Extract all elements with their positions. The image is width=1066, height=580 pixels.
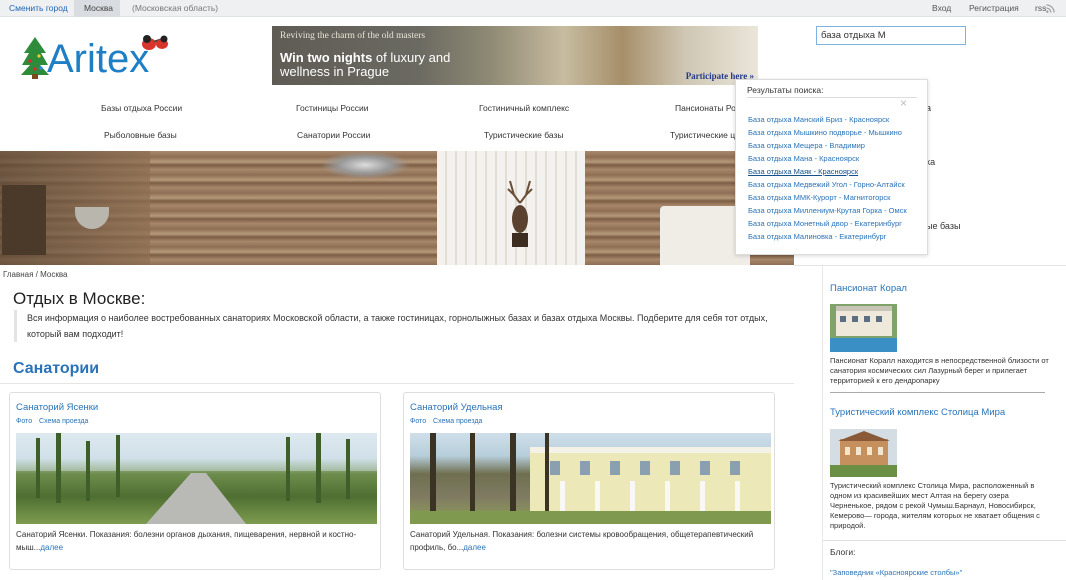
hero-image bbox=[0, 151, 794, 265]
sanatorium-card: Санаторий Удельная Фото Схема проезда Са… bbox=[403, 392, 775, 570]
close-icon[interactable]: × bbox=[900, 97, 907, 109]
popup-title: Результаты поиска: bbox=[747, 85, 824, 95]
current-city-tab[interactable]: Москва bbox=[74, 0, 120, 17]
park-path-image bbox=[16, 433, 377, 524]
page-title: Отдых в Москве: bbox=[13, 289, 146, 308]
card-links: Фото Схема проезда bbox=[16, 418, 93, 425]
site-logo[interactable]: Aritex bbox=[20, 33, 180, 83]
card-more-link[interactable]: далее bbox=[463, 543, 486, 552]
nav-item-hotels[interactable]: Гостиницы России bbox=[296, 103, 368, 113]
search-result-item[interactable]: База отдыха Миллениум-Крутая Горка - Омс… bbox=[748, 204, 907, 217]
sidebar-separator bbox=[830, 392, 1045, 393]
logo-text: Aritex bbox=[47, 37, 150, 81]
card-photo-link[interactable]: Фото bbox=[16, 418, 32, 425]
blogs-label: Блоги: bbox=[830, 547, 856, 557]
login-link[interactable]: Вход bbox=[932, 3, 951, 13]
card-links: Фото Схема проезда bbox=[410, 418, 487, 425]
card-description-text: Санаторий Удельная. Показания: болезни с… bbox=[410, 530, 754, 552]
nav-item-bases[interactable]: Базы отдыха России bbox=[101, 103, 182, 113]
sidebar-item-desc: Туристический комплекс Столица Мира, рас… bbox=[830, 481, 1040, 530]
card-more-link[interactable]: далее bbox=[40, 543, 63, 552]
card-description: Санаторий Ясенки. Показания: болезни орг… bbox=[16, 528, 361, 554]
sidebar-item-title[interactable]: Пансионат Корал bbox=[830, 283, 907, 294]
search-result-item[interactable]: База отдыха Малиновка - Екатеринбург bbox=[748, 230, 907, 243]
card-title-link[interactable]: Санаторий Удельная bbox=[410, 402, 503, 413]
search-results-popup: Результаты поиска: × База отдыха Манский… bbox=[735, 79, 928, 255]
tourist-complex-image bbox=[830, 429, 897, 477]
bullfinch-icon bbox=[142, 35, 168, 50]
search-result-item[interactable]: База отдыха Мышкино подворье - Мышкино bbox=[748, 126, 907, 139]
nav-item-sanatoriums[interactable]: Санатории России bbox=[297, 130, 370, 140]
pension-image bbox=[830, 304, 897, 352]
top-bar: Сменить город Москва (Московская область… bbox=[0, 0, 1066, 17]
sidebar: Пансионат Корал Пансионат Коралл находит… bbox=[822, 266, 1066, 580]
register-link[interactable]: Регистрация bbox=[969, 3, 1019, 13]
blog-link[interactable]: "Заповедник «Красноярские столбы»" bbox=[830, 568, 962, 577]
card-description-text: Санаторий Ясенки. Показания: болезни орг… bbox=[16, 530, 357, 552]
banner-headline-bold: Win two nights bbox=[280, 50, 373, 65]
search-result-item[interactable]: База отдыха Мещера - Владимир bbox=[748, 139, 907, 152]
card-photo[interactable] bbox=[16, 433, 377, 524]
promo-banner[interactable]: Reviving the charm of the old masters Wi… bbox=[272, 26, 758, 85]
hero-chandelier bbox=[320, 151, 410, 179]
sidebar-blogs-divider bbox=[823, 540, 1066, 541]
card-title-link[interactable]: Санаторий Ясенки bbox=[16, 402, 98, 413]
breadcrumb[interactable]: Главная / Москва bbox=[3, 270, 67, 279]
section-title-sanatoriums[interactable]: Санатории bbox=[13, 360, 99, 378]
nav-item-fishing[interactable]: Рыболовные базы bbox=[104, 130, 177, 140]
search-result-item[interactable]: База отдыха Монетный двор - Екатеринбург bbox=[748, 217, 907, 230]
search-result-item[interactable]: База отдыха Медвежий Угол - Горно-Алтайс… bbox=[748, 178, 907, 191]
card-description: Санаторий Удельная. Показания: болезни с… bbox=[410, 528, 755, 554]
sidebar-item-thumb[interactable] bbox=[830, 304, 897, 352]
banner-tagline: Reviving the charm of the old masters bbox=[280, 31, 426, 41]
card-map-link[interactable]: Схема проезда bbox=[39, 418, 88, 425]
change-city-link[interactable]: Сменить город bbox=[9, 3, 68, 13]
banner-headline: Win two nights of luxury and wellness in… bbox=[280, 51, 470, 79]
intro-text: Вся информация о наиболее востребованных… bbox=[14, 310, 792, 342]
search-result-item[interactable]: База отдыха ММК-Курорт - Магнитогорск bbox=[748, 191, 907, 204]
sidebar-item-thumb[interactable] bbox=[830, 429, 897, 477]
nav-peek-3: ые базы bbox=[926, 221, 961, 231]
christmas-tree-icon bbox=[21, 37, 49, 79]
nav-item-tourist-centers[interactable]: Туристические цен bbox=[670, 130, 744, 140]
resort-building-image bbox=[410, 433, 771, 524]
region-label: (Московская область) bbox=[132, 3, 219, 13]
search-input[interactable] bbox=[816, 26, 966, 45]
card-photo-link[interactable]: Фото bbox=[410, 418, 426, 425]
deer-trophy-icon bbox=[507, 180, 533, 247]
section-divider bbox=[0, 383, 794, 384]
sanatorium-card: Санаторий Ясенки Фото Схема проезда Сана… bbox=[9, 392, 381, 570]
rss-link[interactable]: rss bbox=[1035, 3, 1046, 13]
sidebar-item-desc: Пансионат Коралл находится в непосредств… bbox=[830, 356, 1049, 385]
search-result-item[interactable]: База отдыха Манский Бриз - Красноярск bbox=[748, 113, 907, 126]
search-result-item[interactable]: База отдыха Мана - Красноярск bbox=[748, 152, 907, 165]
search-result-item-hovered[interactable]: База отдыха Маяк - Красноярск bbox=[748, 165, 907, 178]
nav-item-hotel-complex[interactable]: Гостиничный комплекс bbox=[479, 103, 569, 113]
card-photo[interactable] bbox=[410, 433, 771, 524]
hero-shelf bbox=[2, 185, 46, 255]
rss-icon[interactable] bbox=[1046, 4, 1055, 13]
sidebar-item-title[interactable]: Туристический комплекс Столица Мира bbox=[830, 407, 1005, 418]
card-map-link[interactable]: Схема проезда bbox=[433, 418, 482, 425]
popup-divider bbox=[747, 97, 917, 98]
nav-item-pensions[interactable]: Пансионаты Росс bbox=[675, 103, 744, 113]
nav-item-tourist-bases[interactable]: Туристические базы bbox=[484, 130, 564, 140]
search-results-list: База отдыха Манский Бриз - Красноярск Ба… bbox=[748, 113, 907, 243]
